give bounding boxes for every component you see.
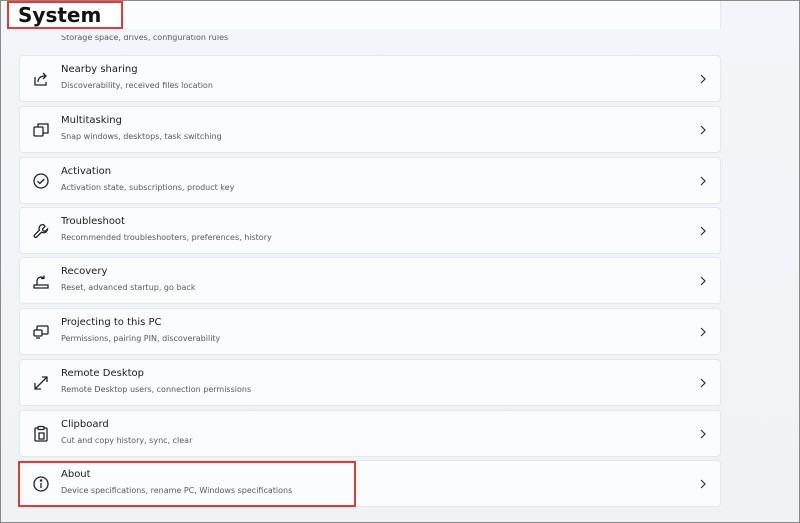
settings-item-subtitle: Recommended troubleshooters, preferences… — [61, 233, 272, 242]
settings-item-subtitle: Cut and copy history, sync, clear — [61, 436, 193, 445]
settings-item-subtitle: Reset, advanced startup, go back — [61, 283, 196, 292]
chevron-right-icon — [698, 428, 708, 440]
settings-item-subtitle: Snap windows, desktops, task switching — [61, 132, 222, 141]
settings-item-clipboard[interactable]: Clipboard Cut and copy history, sync, cl… — [19, 410, 721, 457]
settings-item-troubleshoot[interactable]: Troubleshoot Recommended troubleshooters… — [19, 207, 721, 254]
chevron-right-icon — [698, 326, 708, 338]
settings-item-projecting[interactable]: Projecting to this PC Permissions, pairi… — [19, 308, 721, 355]
settings-item-subtitle: Device specifications, rename PC, Window… — [61, 486, 293, 495]
settings-item-title: Remote Desktop — [61, 368, 145, 379]
info-icon — [32, 475, 50, 493]
settings-item-about[interactable]: About Device specifications, rename PC, … — [19, 460, 721, 507]
chevron-right-icon — [698, 275, 708, 287]
share-icon — [32, 70, 50, 88]
settings-item-title: Nearby sharing — [61, 64, 138, 75]
chevron-right-icon — [698, 225, 708, 237]
settings-item-title: Multitasking — [61, 115, 122, 126]
chevron-right-icon — [698, 124, 708, 136]
settings-item-multitasking[interactable]: Multitasking Snap windows, desktops, tas… — [19, 106, 721, 153]
chevron-right-icon — [698, 73, 708, 85]
settings-item-title: About — [61, 469, 91, 480]
settings-item-title: Clipboard — [61, 419, 109, 430]
settings-item-subtitle: Permissions, pairing PIN, discoverabilit… — [61, 334, 221, 343]
chevron-right-icon — [698, 175, 708, 187]
settings-item-title: Troubleshoot — [61, 216, 125, 227]
projector-icon — [32, 323, 50, 341]
multitasking-icon — [32, 121, 50, 139]
wrench-icon — [32, 222, 50, 240]
settings-item-subtitle: Discoverability, received files location — [61, 81, 213, 90]
settings-item-nearby-sharing[interactable]: Nearby sharing Discoverability, received… — [19, 55, 721, 102]
settings-item-subtitle: Remote Desktop users, connection permiss… — [61, 385, 252, 394]
settings-item-title: Recovery — [61, 266, 108, 277]
chevron-right-icon — [698, 377, 708, 389]
chevron-right-icon — [698, 6, 708, 18]
settings-item-remote-desktop[interactable]: Remote Desktop Remote Desktop users, con… — [19, 359, 721, 406]
check-circle-icon — [32, 172, 50, 190]
chevron-right-icon — [698, 478, 708, 490]
settings-window: Storage space, drives, configuration rul… — [0, 0, 800, 523]
settings-item-activation[interactable]: Activation Activation state, subscriptio… — [19, 157, 721, 204]
settings-item-subtitle: Activation state, subscriptions, product… — [61, 183, 235, 192]
remote-desktop-icon — [32, 374, 50, 392]
page-title: System — [7, 1, 123, 29]
header-backdrop — [1, 29, 799, 35]
settings-item-title: Projecting to this PC — [61, 317, 162, 328]
clipboard-icon — [32, 425, 50, 443]
settings-item-recovery[interactable]: Recovery Reset, advanced startup, go bac… — [19, 257, 721, 304]
settings-item-title: Activation — [61, 166, 112, 177]
recovery-icon — [32, 272, 50, 290]
